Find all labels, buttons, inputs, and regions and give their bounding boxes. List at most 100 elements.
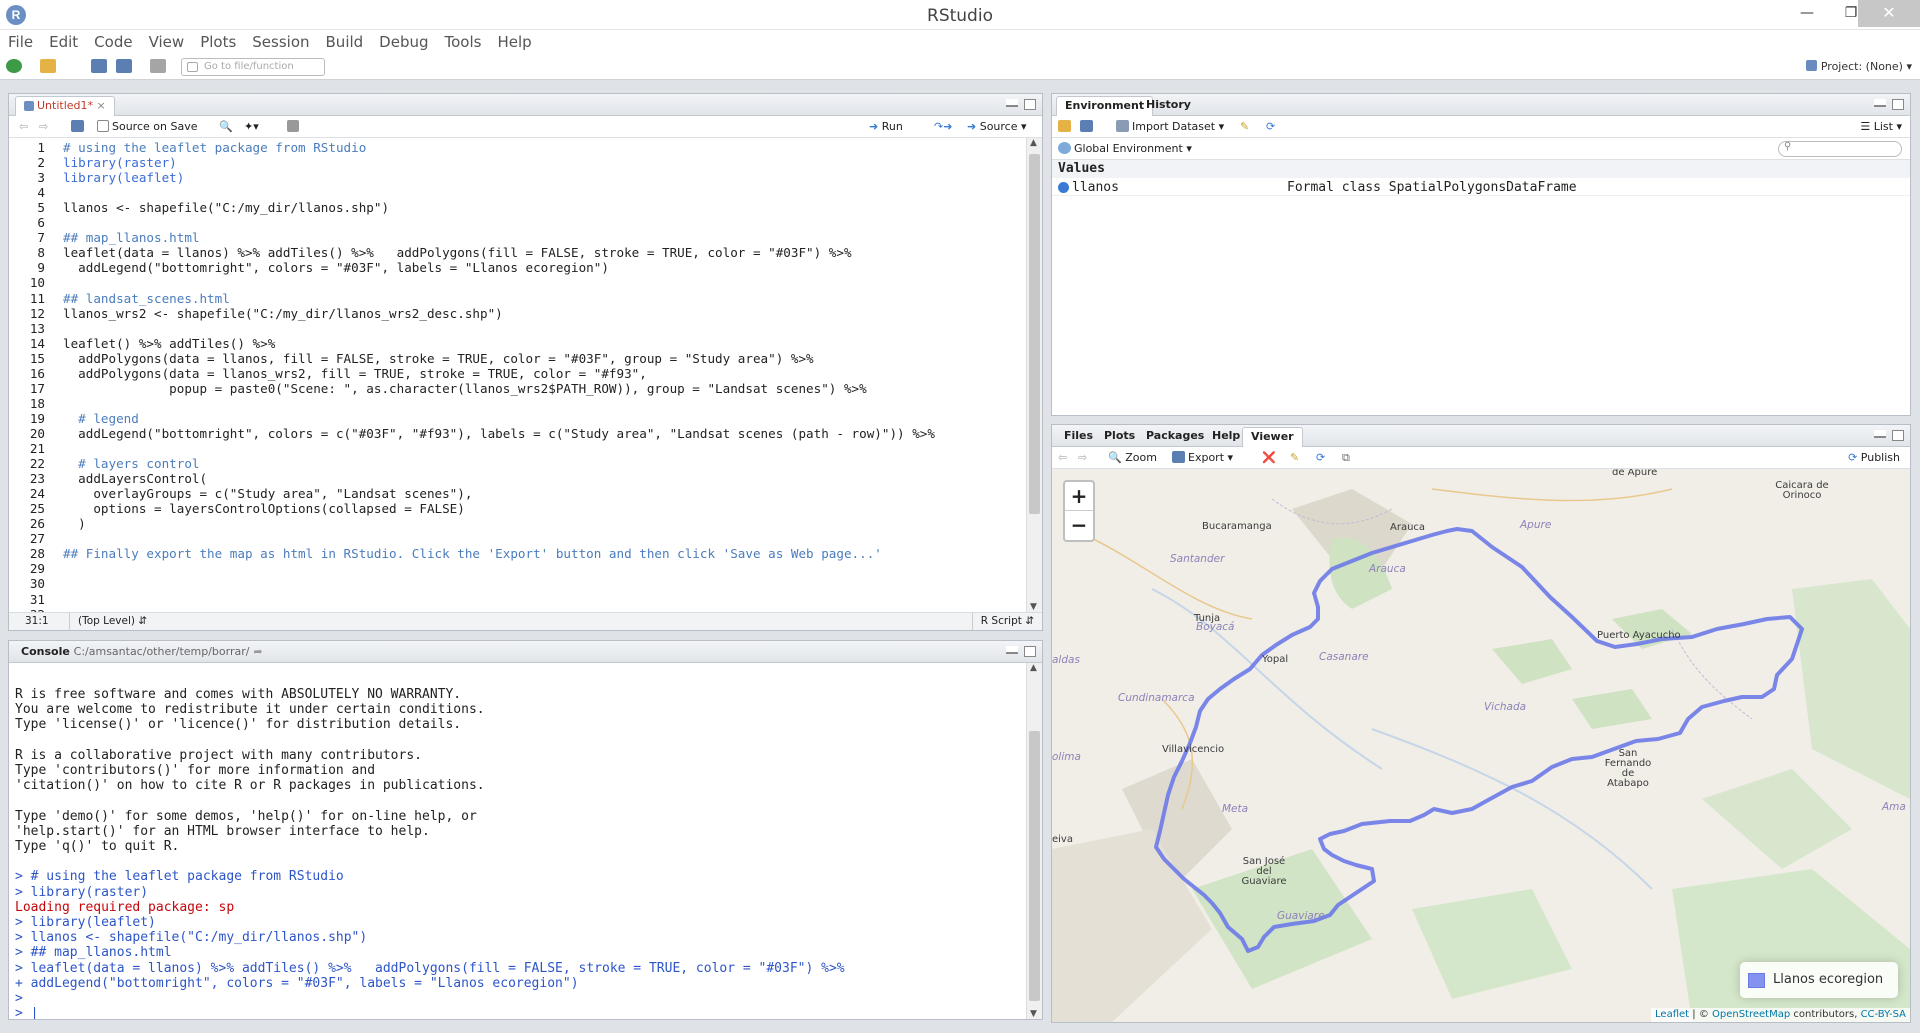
code-editor[interactable]: 1 # using the leaflet package from RStudi… <box>9 138 1026 612</box>
global-environment-selector[interactable]: Global Environment ▾ <box>1058 142 1192 156</box>
minimize-env-icon[interactable] <box>1874 99 1886 107</box>
map-place-label: Tunja <box>1194 613 1221 624</box>
save-icon[interactable] <box>91 59 107 73</box>
back-arrow-icon[interactable]: ⇦ <box>19 120 28 134</box>
menu-build[interactable]: Build <box>318 30 372 54</box>
minimize-viewer-icon[interactable] <box>1874 430 1886 438</box>
open-folder-icon[interactable] <box>40 59 56 73</box>
leaflet-link[interactable]: Leaflet <box>1655 1009 1689 1020</box>
menu-debug[interactable]: Debug <box>371 30 436 54</box>
project-icon <box>1805 60 1817 71</box>
maximize-pane-icon[interactable] <box>1024 99 1036 110</box>
refresh-viewer-icon[interactable]: ⟳ <box>1316 451 1325 465</box>
scroll-up-icon[interactable]: ▲ <box>1030 138 1037 148</box>
viewer-forward-icon[interactable]: ⇨ <box>1078 451 1087 465</box>
map-place-label: aldas <box>1052 654 1080 666</box>
leaflet-map[interactable]: de Apure Caicara de Orinoco Bucaramanga Ara… <box>1052 469 1910 1022</box>
console-scroll-thumb[interactable] <box>1029 731 1040 1001</box>
project-label: Project: (None) <box>1820 60 1903 73</box>
legend-swatch <box>1748 973 1765 988</box>
menu-file[interactable]: File <box>0 30 41 54</box>
load-workspace-icon[interactable] <box>1058 120 1074 134</box>
project-menu[interactable]: Project: (None) ▾ <box>1805 60 1912 73</box>
console-scroll-down-icon[interactable]: ▼ <box>1030 1009 1037 1019</box>
remove-viewer-icon[interactable]: ❌ <box>1262 451 1276 465</box>
editor-scroll-thumb[interactable] <box>1029 154 1040 514</box>
tab-files[interactable]: Files <box>1056 427 1101 447</box>
save-all-icon[interactable] <box>116 59 132 73</box>
publish-button[interactable]: ⟳ Publish <box>1848 451 1900 465</box>
save-source-icon[interactable] <box>71 120 87 134</box>
menu-code[interactable]: Code <box>86 30 140 54</box>
export-label: Export <box>1188 451 1225 464</box>
tab-plots[interactable]: Plots <box>1096 427 1143 447</box>
tab-history[interactable]: History <box>1138 96 1199 116</box>
minimize-button[interactable]: — <box>1785 0 1829 27</box>
clear-broom-icon[interactable]: ✎ <box>1240 120 1249 134</box>
menu-session[interactable]: Session <box>244 30 317 54</box>
search-icon[interactable]: 🔍 <box>219 120 233 134</box>
tab-untitled1[interactable]: Untitled1* × <box>15 96 115 116</box>
rerun-icon[interactable]: ↷➜ <box>934 120 952 134</box>
minimize-console-icon[interactable] <box>1006 646 1018 654</box>
save-workspace-icon[interactable] <box>1080 120 1096 134</box>
maximize-console-icon[interactable] <box>1024 646 1036 657</box>
zoom-in-button[interactable]: + <box>1065 482 1093 511</box>
maximize-env-icon[interactable] <box>1892 99 1904 110</box>
goto-dir-icon[interactable]: ➦ <box>253 645 262 658</box>
menu-tools[interactable]: Tools <box>437 30 490 54</box>
line-number: 29 <box>29 561 45 577</box>
compile-report-icon[interactable] <box>287 120 302 134</box>
expand-object-icon[interactable] <box>1058 182 1069 193</box>
console-scroll-up-icon[interactable]: ▲ <box>1030 663 1037 673</box>
source-label: Source <box>979 120 1018 133</box>
line-number: 6 <box>37 215 45 231</box>
tab-packages[interactable]: Packages <box>1138 427 1212 447</box>
file-type-label: R Script <box>980 615 1022 627</box>
console-line: You are welcome to redistribute it under… <box>15 702 485 718</box>
clear-viewer-broom-icon[interactable]: ✎ <box>1290 451 1299 465</box>
line-number: 20 <box>29 425 45 441</box>
run-button[interactable]: ➜ Run <box>869 120 903 134</box>
line-number: 27 <box>29 531 45 547</box>
close-button[interactable]: ✕ <box>1858 0 1920 27</box>
osm-link[interactable]: OpenStreetMap <box>1712 1009 1790 1020</box>
main-toolbar: Go to file/function Project: (None) ▾ <box>0 54 1920 80</box>
editor-scrollbar[interactable]: ▲ ▼ <box>1026 138 1042 612</box>
viewer-back-icon[interactable]: ⇦ <box>1058 451 1067 465</box>
close-tab-icon[interactable]: × <box>97 99 106 112</box>
tab-viewer[interactable]: Viewer <box>1242 427 1303 447</box>
minimize-pane-icon[interactable] <box>1006 99 1018 107</box>
env-row-llanos[interactable]: llanos Formal class SpatialPolygonsDataF… <box>1052 179 1910 196</box>
list-view-selector[interactable]: ☰ List ▾ <box>1860 120 1902 134</box>
console-scrollbar[interactable]: ▲ ▼ <box>1026 663 1042 1019</box>
code-tools-wand-icon[interactable]: ✦▾ <box>244 120 259 134</box>
print-icon[interactable] <box>150 59 166 73</box>
maximize-viewer-icon[interactable] <box>1892 430 1904 441</box>
export-button[interactable]: Export ▾ <box>1172 451 1233 465</box>
menu-help[interactable]: Help <box>489 30 539 54</box>
tab-console[interactable]: Console C:/amsantac/other/temp/borrar/ ➦ <box>13 643 271 663</box>
refresh-env-icon[interactable]: ⟳ <box>1266 120 1275 134</box>
scope-selector[interactable]: (Top Level) ⇵ <box>69 613 147 630</box>
show-in-window-icon[interactable]: ⧉ <box>1342 451 1350 465</box>
line-number: 23 <box>29 471 45 487</box>
scroll-down-icon[interactable]: ▼ <box>1030 602 1037 612</box>
env-search-input[interactable]: ⚲ <box>1778 141 1902 157</box>
line-number: 7 <box>37 230 45 246</box>
console-output[interactable]: R is free software and comes with ABSOLU… <box>15 685 1022 1019</box>
file-type-selector[interactable]: R Script ⇵ <box>971 613 1034 630</box>
import-dataset-button[interactable]: Import Dataset ▾ <box>1116 120 1224 134</box>
zoom-button[interactable]: 🔍 Zoom <box>1108 451 1157 465</box>
source-button[interactable]: ➜ Source ▾ <box>967 120 1027 134</box>
menu-edit[interactable]: Edit <box>41 30 86 54</box>
source-on-save-toggle[interactable]: Source on Save <box>97 120 197 134</box>
new-file-icon[interactable] <box>6 59 22 73</box>
forward-arrow-icon[interactable]: ⇨ <box>39 120 48 134</box>
go-to-file-input[interactable]: Go to file/function <box>181 58 325 76</box>
license-link[interactable]: CC-BY-SA <box>1861 1009 1906 1020</box>
attribution-separator: | © <box>1689 1009 1712 1020</box>
menu-plots[interactable]: Plots <box>192 30 244 54</box>
menu-view[interactable]: View <box>141 30 193 54</box>
zoom-out-button[interactable]: − <box>1065 511 1093 540</box>
